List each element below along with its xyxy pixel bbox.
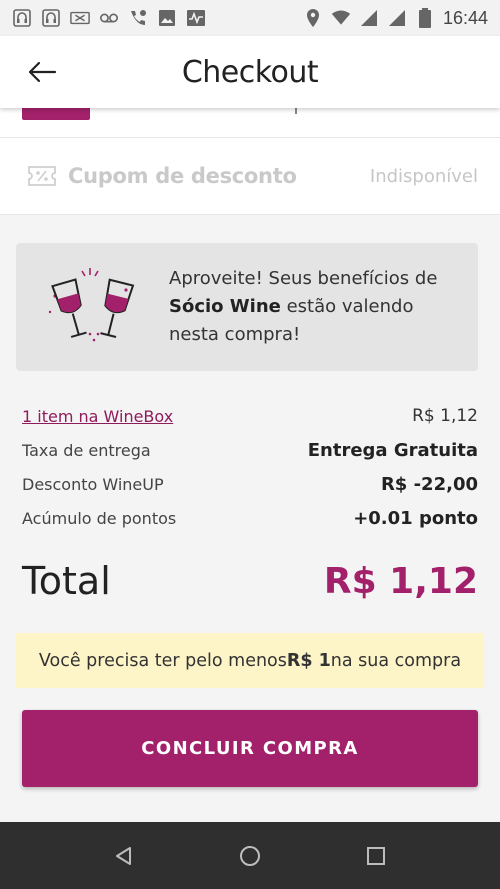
wine-toast-icon	[48, 268, 135, 342]
summary-row-items: 1 item na WineBox R$ 1,12	[22, 399, 478, 433]
complete-purchase-button[interactable]: CONCLUIR COMPRA	[22, 710, 478, 787]
status-left-icons	[12, 8, 206, 28]
page-title: Checkout	[181, 54, 319, 90]
member-benefit-card: Aproveite! Seus benefícios de Sócio Wine…	[16, 243, 478, 371]
signal-icon-2	[387, 8, 407, 28]
circle-home-icon	[240, 845, 260, 866]
coupon-row: Cupom de desconto Indisponível	[0, 138, 500, 215]
gallery-icon	[157, 8, 177, 28]
checkout-content[interactable]: Cupom de desconto Indisponível Aproveite…	[0, 108, 500, 822]
voicemail-icon	[99, 8, 119, 28]
system-nav-bar	[0, 822, 500, 889]
winebox-items-link[interactable]: 1 item na WineBox	[22, 407, 173, 426]
total-row: Total R$ 1,12	[22, 555, 478, 607]
order-summary: 1 item na WineBox R$ 1,12 Taxa de entreg…	[22, 399, 478, 535]
arrow-left-icon	[28, 61, 57, 83]
triangle-back-icon	[116, 846, 131, 865]
delivery-value: Entrega Gratuita	[307, 439, 478, 461]
items-value: R$ 1,12	[412, 406, 478, 426]
nav-home-button[interactable]	[235, 841, 265, 871]
back-button[interactable]	[22, 54, 62, 90]
points-label: Acúmulo de pontos	[22, 508, 177, 528]
notice-amount: R$ 1	[286, 650, 331, 671]
nav-back-button[interactable]	[109, 841, 139, 871]
points-value: +0.01 ponto	[353, 507, 478, 529]
total-label: Total	[22, 559, 111, 603]
activity-icon	[186, 8, 206, 28]
previous-section-peek	[0, 108, 500, 138]
delivery-label: Taxa de entrega	[22, 440, 151, 460]
location-icon	[303, 8, 323, 28]
battery-icon	[415, 8, 435, 28]
summary-row-points: Acúmulo de pontos +0.01 ponto	[22, 501, 478, 535]
no-sim-icon	[70, 8, 90, 28]
wifi-icon	[331, 8, 351, 28]
headset-notification-icon-2	[41, 8, 61, 28]
coupon-status: Indisponível	[369, 165, 478, 187]
coupon-icon	[26, 163, 58, 189]
total-value: R$ 1,12	[323, 560, 478, 602]
tag-chip	[22, 108, 90, 120]
discount-value: R$ -22,00	[380, 473, 478, 495]
nav-recents-button[interactable]	[361, 841, 391, 871]
signal-icon	[359, 8, 379, 28]
square-recents-icon	[367, 846, 385, 865]
status-bar: 16:44	[0, 0, 500, 36]
notice-suffix: na sua compra	[330, 650, 462, 671]
call-settings-icon	[128, 8, 148, 28]
status-time: 16:44	[442, 7, 488, 28]
benefit-message: Aproveite! Seus benefícios de Sócio Wine…	[169, 265, 458, 349]
notice-prefix: Você precisa ter pelo menos	[38, 650, 287, 671]
headset-notification-icon	[12, 8, 32, 28]
benefit-prefix: Aproveite! Seus benefícios de	[169, 268, 438, 289]
minimum-order-notice: Você precisa ter pelo menos R$ 1 na sua …	[16, 633, 484, 688]
summary-row-discount: Desconto WineUP R$ -22,00	[22, 467, 478, 501]
app-bar: Checkout	[0, 36, 500, 108]
status-right-icons: 16:44	[303, 8, 488, 29]
coupon-label: Cupom de desconto	[68, 164, 297, 188]
discount-label: Desconto WineUP	[22, 474, 164, 494]
peek-mark	[295, 108, 297, 114]
complete-purchase-label: CONCLUIR COMPRA	[141, 738, 359, 759]
benefit-highlight: Sócio Wine	[169, 296, 281, 317]
summary-row-delivery: Taxa de entrega Entrega Gratuita	[22, 433, 478, 467]
